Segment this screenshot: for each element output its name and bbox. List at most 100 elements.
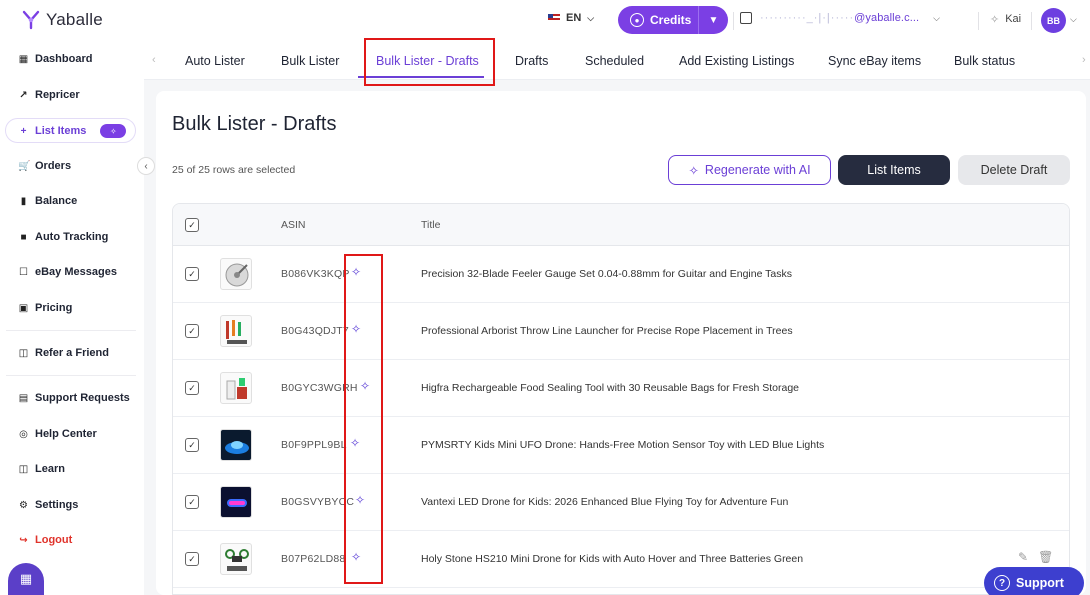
tab-auto-lister[interactable]: Auto Lister bbox=[185, 54, 245, 68]
ai-sparkle-icon[interactable]: ✧ bbox=[355, 493, 365, 507]
chevron-down-icon: ⌵ bbox=[587, 12, 595, 23]
sidebar-item-refer-a-friend[interactable]: ◫ Refer a Friend bbox=[18, 347, 109, 359]
tab-scheduled[interactable]: Scheduled bbox=[585, 54, 644, 68]
row-checkbox[interactable]: ✓ bbox=[185, 324, 199, 338]
drafts-table: ✓ ASIN Title ✓ B086VK3KQP ✧ Precision 32… bbox=[172, 203, 1070, 595]
logo[interactable]: Yaballe bbox=[22, 10, 103, 30]
sidebar-item-auto-tracking[interactable]: ■ Auto Tracking bbox=[18, 231, 108, 243]
plus-icon: + bbox=[20, 125, 27, 137]
ai-sparkle-icon[interactable]: ✧ bbox=[351, 550, 361, 564]
credits-dropdown-button[interactable]: ▼ bbox=[699, 15, 728, 26]
column-header-title: Title bbox=[421, 219, 441, 231]
trend-icon: ↗ bbox=[19, 89, 28, 101]
list-items-button[interactable]: List Items bbox=[838, 155, 950, 185]
sidebar-item-label: Help Center bbox=[35, 428, 97, 440]
sidebar-item-logout[interactable]: ↪ Logout bbox=[18, 534, 72, 546]
sidebar-item-repricer[interactable]: ↗ Repricer bbox=[18, 89, 80, 101]
title-value: Professional Arborist Throw Line Launche… bbox=[421, 325, 793, 337]
sidebar-item-label: Auto Tracking bbox=[35, 231, 109, 243]
ai-sparkle-icon[interactable]: ✧ bbox=[350, 436, 360, 450]
balance-icon: ▮ bbox=[20, 195, 27, 207]
led-drone-image bbox=[227, 499, 247, 507]
sidebar-item-settings[interactable]: ⚙ Settings bbox=[18, 499, 78, 511]
sidebar-item-dashboard[interactable]: ▦ Dashboard bbox=[18, 53, 93, 65]
title-value: Higfra Rechargeable Food Sealing Tool wi… bbox=[421, 382, 800, 394]
table-row[interactable]: ✓ B0F9PPL9BL ✧ PYMSRTY Kids Mini UFO Dro… bbox=[173, 417, 1069, 474]
tab-add-existing-listings[interactable]: Add Existing Listings bbox=[679, 54, 794, 68]
product-thumbnail bbox=[220, 486, 252, 518]
gear-icon: ⚙ bbox=[19, 499, 28, 511]
ai-sparkle-icon[interactable]: ✧ bbox=[351, 265, 361, 279]
asin-value: B07P62LD88 bbox=[281, 553, 346, 565]
product-thumbnail bbox=[220, 429, 252, 461]
asin-value: B0GYC3WGRH bbox=[281, 382, 358, 394]
ai-sparkle-icon[interactable]: ✧ bbox=[351, 322, 361, 336]
tab-bulk-lister-drafts[interactable]: Bulk Lister - Drafts bbox=[376, 54, 479, 68]
store-selector[interactable]: ··········_·|·|····· @yaballe.c... ⌵ bbox=[740, 12, 940, 24]
collapse-sidebar-button[interactable]: ‹ bbox=[137, 157, 155, 175]
avatar[interactable]: BB bbox=[1041, 8, 1066, 33]
sidebar-item-support-requests[interactable]: ▤ Support Requests bbox=[18, 392, 130, 404]
sidebar-item-learn[interactable]: ◫ Learn bbox=[18, 463, 65, 475]
table-row[interactable]: ✓ B07P62LD88 ✧ Holy Stone HS210 Mini Dro… bbox=[173, 531, 1069, 588]
title-value: PYMSRTY Kids Mini UFO Drone: Hands-Free … bbox=[421, 439, 825, 451]
table-row[interactable]: ✓ B0GSVYBYCC ✧ Vantexi LED Drone for Kid… bbox=[173, 474, 1069, 531]
table-row[interactable]: ✓ B086VK3KQP ✧ Precision 32-Blade Feeler… bbox=[173, 246, 1069, 303]
tabs-scroll-right-icon[interactable]: › bbox=[1082, 54, 1086, 66]
sidebar-item-label: Repricer bbox=[35, 89, 80, 101]
select-all-checkbox[interactable]: ✓ bbox=[185, 218, 199, 232]
product-thumbnail bbox=[220, 372, 252, 404]
row-checkbox[interactable]: ✓ bbox=[185, 495, 199, 509]
sidebar-item-pricing[interactable]: ▣ Pricing bbox=[18, 302, 73, 314]
support-button[interactable]: ? Support bbox=[984, 567, 1084, 595]
sidebar-divider bbox=[6, 375, 136, 376]
sidebar-item-label: Orders bbox=[35, 160, 72, 172]
kai-label: Kai bbox=[1005, 13, 1022, 25]
sidebar-item-ebay-messages[interactable]: ☐ eBay Messages bbox=[18, 266, 117, 278]
tab-drafts[interactable]: Drafts bbox=[515, 54, 548, 68]
row-checkbox[interactable]: ✓ bbox=[185, 381, 199, 395]
sparkle-icon: ✧ bbox=[990, 14, 1000, 26]
credits-button[interactable]: ● Credits bbox=[618, 6, 698, 34]
edit-icon[interactable]: ✎ bbox=[1018, 550, 1028, 564]
support-request-icon: ▤ bbox=[18, 392, 29, 404]
app-launcher-icon[interactable]: ▦ bbox=[8, 563, 44, 595]
table-row[interactable]: ✓ B0GYC3WGRH ✧ Higfra Rechargeable Food … bbox=[173, 360, 1069, 417]
product-thumbnail bbox=[220, 315, 252, 347]
tab-sync-ebay-items[interactable]: Sync eBay items bbox=[828, 54, 921, 68]
kai-button[interactable]: ✧ Kai bbox=[990, 13, 1021, 26]
row-checkbox[interactable]: ✓ bbox=[185, 552, 199, 566]
sidebar-item-help-center[interactable]: ◎ Help Center bbox=[18, 428, 97, 440]
product-thumbnail bbox=[220, 258, 252, 290]
regenerate-with-ai-button[interactable]: ✧ Regenerate with AI bbox=[668, 155, 831, 185]
dashboard-icon: ▦ bbox=[18, 53, 29, 65]
coin-icon: ● bbox=[630, 13, 644, 27]
tab-bulk-lister[interactable]: Bulk Lister bbox=[281, 54, 339, 68]
sidebar-item-orders[interactable]: 🛒 Orders bbox=[18, 160, 71, 172]
ufo-drone-image bbox=[225, 441, 249, 454]
table-row[interactable]: ✓ B0G43QDJT7 ✧ Professional Arborist Thr… bbox=[173, 303, 1069, 360]
table-header: ✓ ASIN Title bbox=[173, 204, 1069, 246]
language-selector[interactable]: EN ⌵ bbox=[548, 12, 594, 24]
store-account-email: @yaballe.c... bbox=[854, 12, 920, 24]
header-divider bbox=[1031, 12, 1032, 30]
question-icon: ? bbox=[994, 575, 1010, 591]
sidebar-item-balance[interactable]: ▮ Balance bbox=[18, 195, 77, 207]
store-account-blurred: ··········_·|·|····· bbox=[760, 12, 855, 24]
row-checkbox[interactable]: ✓ bbox=[185, 267, 199, 281]
tab-bulk-status[interactable]: Bulk status bbox=[954, 54, 1015, 68]
food-sealer-image bbox=[226, 378, 247, 400]
title-value: Vantexi LED Drone for Kids: 2026 Enhance… bbox=[421, 496, 789, 508]
row-checkbox[interactable]: ✓ bbox=[185, 438, 199, 452]
trash-icon[interactable]: 🗑 bbox=[1038, 550, 1053, 564]
chevron-down-icon[interactable]: ⌵ bbox=[1070, 14, 1077, 25]
drafts-card: Bulk Lister - Drafts 25 of 25 rows are s… bbox=[156, 91, 1086, 595]
delete-draft-button[interactable]: Delete Draft bbox=[958, 155, 1070, 185]
sidebar-item-label: Pricing bbox=[35, 302, 73, 314]
sidebar-item-list-items[interactable]: + List Items ✧ bbox=[18, 124, 127, 138]
ai-sparkle-icon[interactable]: ✧ bbox=[360, 379, 370, 393]
feeler-gauge-image bbox=[225, 263, 249, 287]
tabs-scroll-left-icon[interactable]: ‹ bbox=[152, 54, 156, 66]
chevron-down-icon: ⌵ bbox=[933, 12, 940, 23]
gift-icon: ◫ bbox=[18, 347, 29, 359]
